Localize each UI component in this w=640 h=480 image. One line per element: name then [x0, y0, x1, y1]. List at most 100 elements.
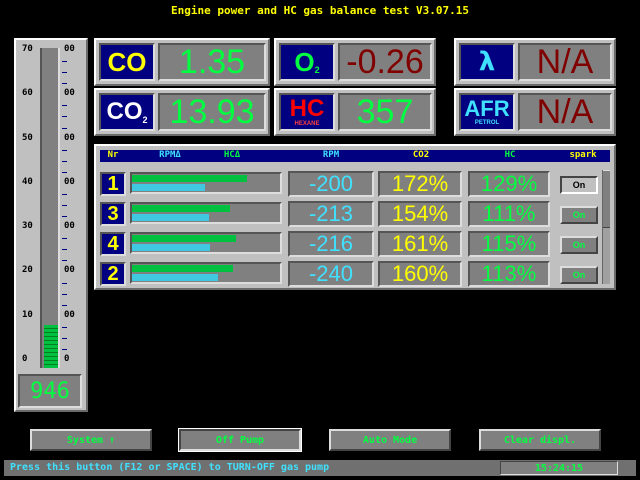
row-co2-value: 160% [391, 261, 449, 286]
header-co2: CO2 [412, 150, 430, 160]
row-hc-delta-bar [132, 214, 209, 221]
header-nr: Nr [107, 150, 119, 160]
gauge-tick [62, 337, 67, 339]
gauge-readout-value: 946 [30, 378, 70, 404]
table-row[interactable]: 4 -216 161% 115% On [100, 230, 600, 257]
gauge-panel: 70 00 60 00 50 00 40 00 30 00 20 00 10 00 0 0 946 [14, 38, 88, 412]
o2-panel: O 2 -0.26 [274, 38, 436, 86]
gauge-scale-right-label: 00 [64, 309, 75, 320]
row-rpm-value: -213 [308, 201, 354, 226]
gauge-tick [62, 238, 67, 240]
system-button-label: System ↑ [66, 434, 116, 446]
gauge-tube [40, 48, 60, 368]
gauge-tick [62, 205, 67, 206]
lambda-label-box: λ [459, 43, 515, 81]
row-rpm-value: -200 [308, 171, 354, 196]
gauge-tick [62, 249, 67, 251]
gauge-scale-right-label: 00 [64, 88, 75, 99]
row-rpm-delta-bar [132, 175, 248, 182]
system-button[interactable]: System ↑ [30, 429, 152, 451]
gauge-tick [62, 105, 67, 107]
row-rpm-cell: -240 [288, 261, 374, 287]
co2-panel: CO 2 13.93 [94, 88, 270, 136]
afr-subscript: PETROL [474, 120, 500, 126]
gauge-tick [62, 72, 67, 74]
gauge-tick [62, 83, 67, 85]
gauge-tick [62, 304, 67, 306]
off-pump-button[interactable]: Off Pump [178, 428, 302, 452]
gauge-tick [62, 61, 67, 63]
gauge-scale-left-label: 40 [22, 176, 33, 187]
gauge-scale-right-label: 00 [64, 265, 75, 276]
header-spark: spark [569, 150, 597, 160]
table-row[interactable]: 1 -200 172% 129% On [100, 170, 600, 197]
table-row[interactable]: 3 -213 154% 111% On [100, 200, 600, 227]
gauge-tick [62, 127, 67, 129]
gauge-scale-left-label: 20 [22, 265, 33, 276]
auto-mode-button[interactable]: Auto Mode [329, 429, 451, 451]
gauge-scale-right-label: 00 [64, 176, 75, 187]
clear-display-button[interactable]: Clear displ. [479, 429, 601, 451]
row-spark-toggle[interactable]: On [560, 176, 598, 194]
cylinder-table: Nr RPMΔ HCΔ RPM CO2 HC spark 1 -200 172%… [94, 144, 616, 290]
lambda-label: λ [478, 47, 496, 77]
row-co2-value: 154% [391, 201, 449, 226]
gauge-scale-left-label: 50 [22, 132, 33, 143]
gauge-tick [62, 326, 67, 328]
row-cylinder-number: 4 [107, 232, 119, 255]
o2-subscript: 2 [314, 65, 320, 75]
row-bar-panel [130, 202, 282, 224]
co-label: CO [107, 46, 147, 77]
row-rpm-value: -240 [308, 261, 354, 286]
row-spark-toggle[interactable]: On [560, 206, 598, 224]
auto-mode-button-label: Auto Mode [362, 434, 418, 446]
row-hc-delta-bar [132, 184, 205, 191]
table-header: Nr RPMΔ HCΔ RPM CO2 HC spark [100, 150, 610, 162]
gauge-tick [62, 160, 67, 162]
hc-label-box: HC HEXANE [279, 93, 335, 131]
lambda-value-box: N/A [518, 43, 612, 81]
row-bar-panel [130, 172, 282, 194]
row-cylinder-number: 1 [107, 172, 119, 195]
header-hc-delta: HCΔ [223, 150, 241, 160]
gauge-tick [62, 348, 67, 350]
row-spark-label: On [572, 240, 586, 250]
co2-value: 13.93 [169, 92, 255, 131]
row-rpm-value: -216 [308, 231, 354, 256]
co-panel: CO 1.35 [94, 38, 270, 86]
row-cylinder-number-box: 3 [100, 202, 126, 226]
gauge-scale-right-label: 00 [64, 132, 75, 143]
scrollbar-thumb[interactable] [603, 170, 610, 228]
gauge-tick [62, 171, 67, 173]
gauge-scale-left-label: 60 [22, 88, 33, 99]
row-rpm-cell: -213 [288, 201, 374, 227]
row-hc-value: 113% [481, 261, 537, 286]
gauge-scale-right-label: 0 [64, 354, 70, 364]
hc-value-box: 357 [338, 93, 432, 131]
row-spark-toggle[interactable]: On [560, 266, 598, 284]
table-row[interactable]: 2 -240 160% 113% On [100, 260, 600, 287]
o2-label-box: O 2 [279, 43, 335, 81]
row-spark-toggle[interactable]: On [560, 236, 598, 254]
table-scrollbar[interactable] [602, 170, 610, 284]
hc-label: HC [289, 95, 325, 122]
gauge-tick [62, 149, 67, 151]
row-cylinder-number-box: 4 [100, 232, 126, 256]
row-cylinder-number-box: 2 [100, 262, 126, 286]
gauge-readout: 946 [18, 374, 82, 408]
row-cylinder-number-box: 1 [100, 172, 126, 196]
co-value: 1.35 [178, 42, 246, 81]
o2-value-box: -0.26 [338, 43, 432, 81]
row-spark-label: On [572, 210, 586, 220]
co2-value-box: 13.93 [158, 93, 266, 131]
gauge-tick [62, 216, 67, 218]
co-value-box: 1.35 [158, 43, 266, 81]
gauge-tick [62, 116, 67, 118]
row-spark-label: On [572, 270, 586, 280]
clock-box: 15:24:15 [500, 461, 618, 475]
row-hc-value: 111% [482, 201, 536, 226]
gauge-scale-left-label: 10 [22, 309, 33, 320]
row-cylinder-number: 3 [107, 202, 119, 225]
gauge-level-fill [44, 324, 58, 368]
gauge-scale-left-label: 70 [22, 44, 33, 54]
